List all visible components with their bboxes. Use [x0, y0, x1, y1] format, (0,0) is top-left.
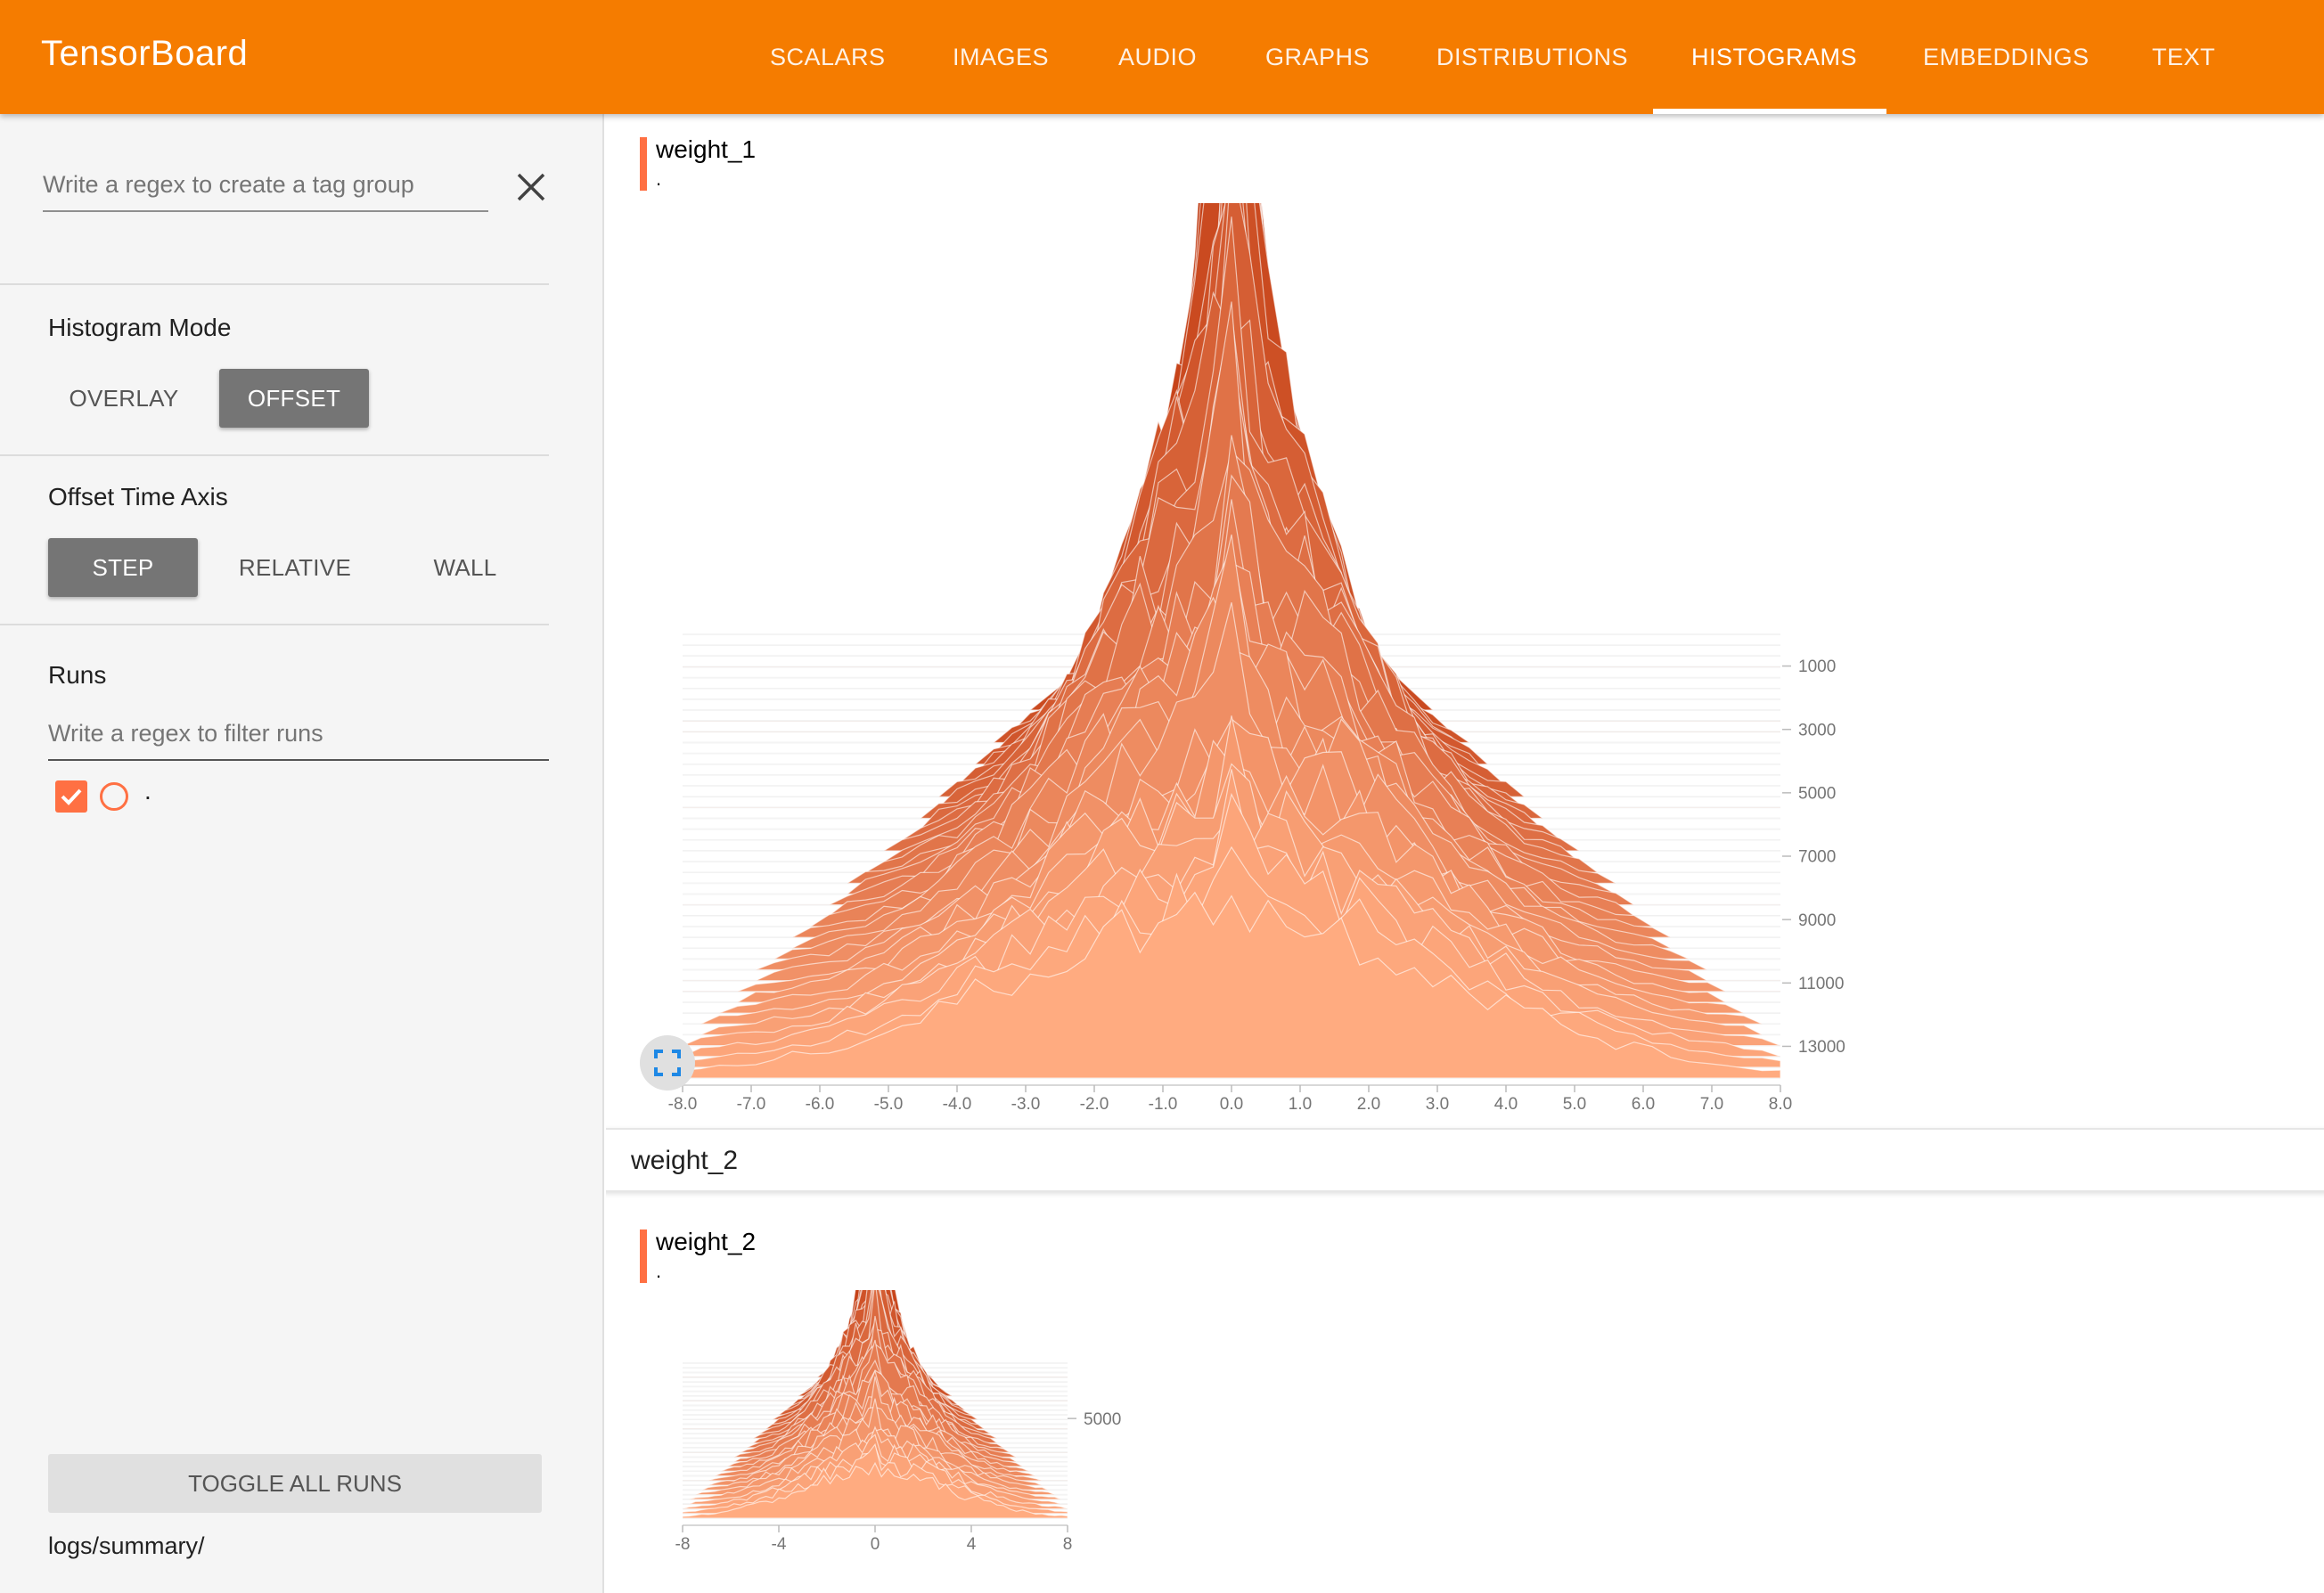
overlay-button[interactable]: OVERLAY	[48, 369, 200, 428]
y-tick-label: 13000	[1798, 1038, 1845, 1057]
time-axis-title: Offset Time Axis	[48, 483, 228, 511]
tab-graphs[interactable]: GRAPHS	[1265, 0, 1370, 114]
top-app-bar: TensorBoard SCALARS IMAGES AUDIO GRAPHS …	[0, 0, 2324, 114]
x-tick-label: -3.0	[1011, 1095, 1041, 1114]
y-tick-label: 5000	[1798, 785, 1836, 804]
card-run-label: .	[656, 167, 662, 190]
wall-button[interactable]: WALL	[392, 538, 538, 597]
x-tick-label: -2.0	[1080, 1095, 1109, 1114]
x-tick-label: 5.0	[1563, 1095, 1586, 1114]
histogram-mode-title: Histogram Mode	[48, 314, 232, 341]
x-tick-label: 1.0	[1289, 1095, 1312, 1114]
x-tick-label: 6.0	[1632, 1095, 1655, 1114]
x-tick-label: 3.0	[1426, 1095, 1449, 1114]
y-tick-label: 7000	[1798, 848, 1836, 867]
step-button[interactable]: STEP	[48, 538, 198, 597]
x-tick-label: -4	[772, 1535, 787, 1554]
log-directory: logs/summary/	[48, 1532, 205, 1559]
tab-scalars[interactable]: SCALARS	[770, 0, 886, 114]
fullscreen-button[interactable]	[640, 1035, 695, 1091]
x-tick-label: 2.0	[1357, 1095, 1380, 1114]
sidebar: Write a regex to create a tag group Hist…	[0, 114, 604, 1593]
tag-group-title: weight_2	[631, 1146, 739, 1175]
card-tag-title: weight_2	[656, 1228, 757, 1255]
close-icon[interactable]	[513, 169, 549, 205]
active-tab-indicator	[1653, 109, 1886, 114]
run-name: .	[144, 777, 151, 805]
tab-distributions[interactable]: DISTRIBUTIONS	[1436, 0, 1628, 114]
card-color-bar	[640, 1229, 647, 1283]
run-filter-input[interactable]: Write a regex to filter runs	[48, 716, 549, 761]
card-run-label: .	[656, 1260, 662, 1282]
x-tick-label: 0	[871, 1535, 880, 1554]
y-tick-label: 3000	[1798, 721, 1836, 739]
app-title: TensorBoard	[41, 34, 249, 73]
x-tick-label: 4.0	[1494, 1095, 1518, 1114]
relative-button[interactable]: RELATIVE	[217, 538, 372, 597]
histogram-chart-weight-2: -8 -4 0 4 8 5000	[675, 1290, 1121, 1554]
main-content: weight_1 . -8.0 -7.0 -6.0 -5.0 -4.0 -3.0 -2.0-…	[606, 114, 2324, 1593]
tab-text[interactable]: TEXT	[2152, 0, 2215, 114]
x-tick-label: -4.0	[943, 1095, 972, 1114]
histogram-chart-weight-1: -8.0 -7.0 -6.0 -5.0 -4.0 -3.0 -2.0 -1.0 0.0 1.0 2.…	[668, 203, 1845, 1114]
divider	[0, 624, 549, 625]
tag-group-input[interactable]: Write a regex to create a tag group	[43, 167, 488, 212]
run-color-radio[interactable]	[100, 782, 128, 811]
x-tick-label: -7.0	[737, 1095, 766, 1114]
x-tick-label: 8.0	[1769, 1095, 1792, 1114]
check-icon	[61, 788, 82, 805]
tag-group-header[interactable]: weight_2	[606, 1128, 2324, 1192]
tab-images[interactable]: IMAGES	[953, 0, 1049, 114]
offset-button[interactable]: OFFSET	[219, 369, 369, 428]
y-tick-label: 1000	[1798, 658, 1836, 676]
toggle-all-runs-button[interactable]: TOGGLE ALL RUNS	[48, 1454, 542, 1513]
card-tag-title: weight_1	[656, 135, 757, 163]
y-tick-label: 5000	[1084, 1410, 1121, 1429]
runs-title: Runs	[48, 661, 107, 689]
run-checkbox[interactable]	[55, 780, 87, 813]
x-tick-label: 8	[1063, 1535, 1073, 1554]
x-tick-label: 7.0	[1700, 1095, 1723, 1114]
tab-histograms[interactable]: HISTOGRAMS	[1691, 0, 1857, 114]
divider	[0, 283, 549, 285]
x-tick-label: -8	[675, 1535, 691, 1554]
x-tick-label: -6.0	[806, 1095, 835, 1114]
tab-audio[interactable]: AUDIO	[1118, 0, 1197, 114]
x-tick-label: 0.0	[1220, 1095, 1243, 1114]
fullscreen-icon	[654, 1050, 681, 1076]
x-tick-label: -1.0	[1149, 1095, 1178, 1114]
tab-embeddings[interactable]: EMBEDDINGS	[1923, 0, 2090, 114]
y-tick-label: 9000	[1798, 911, 1836, 930]
x-tick-label: -5.0	[874, 1095, 904, 1114]
y-tick-label: 11000	[1798, 975, 1844, 993]
divider	[0, 454, 549, 456]
x-tick-label: -8.0	[668, 1095, 698, 1114]
x-tick-label: 4	[967, 1535, 977, 1554]
card-color-bar	[640, 137, 647, 191]
